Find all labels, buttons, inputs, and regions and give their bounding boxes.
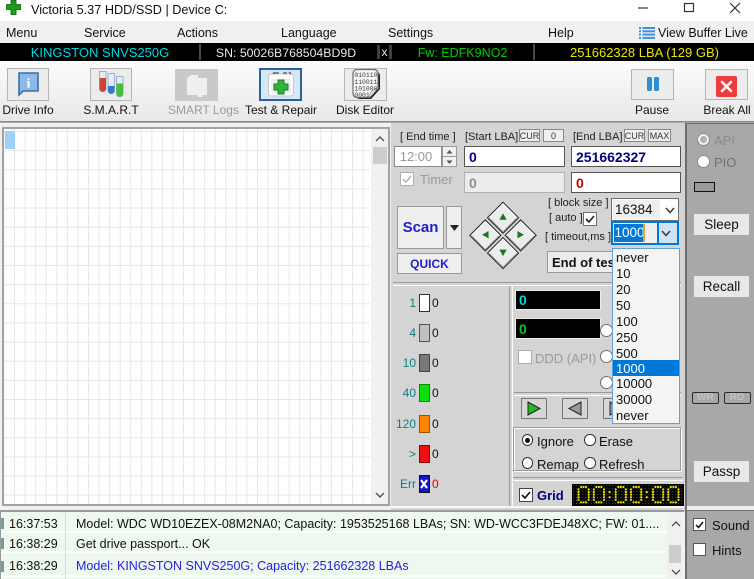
svg-text:0001: 0001	[354, 92, 370, 99]
svg-text:i: i	[27, 77, 31, 92]
